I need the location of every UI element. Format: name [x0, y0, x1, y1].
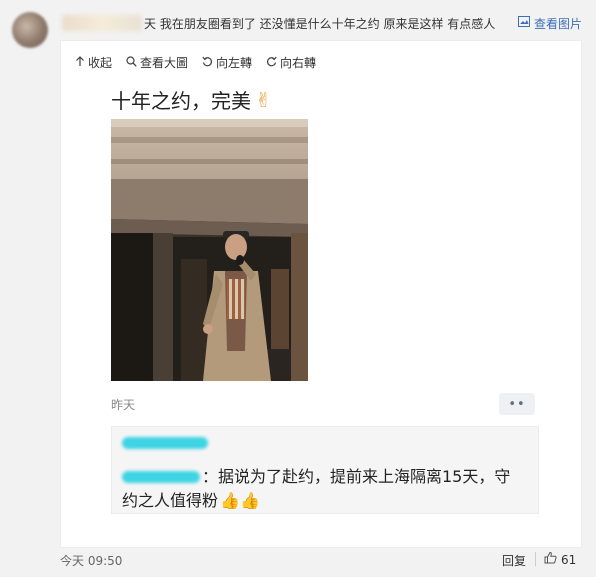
collapse-label: 收起: [88, 56, 113, 70]
avatar[interactable]: [12, 12, 48, 48]
search-icon: [126, 55, 137, 70]
thumbs-up-emoji: 👍👍: [220, 491, 260, 510]
comment-text-line1: ：据说为了赴约，提前来上海隔离15天，守: [202, 467, 511, 486]
redacted-commenter-name[interactable]: [122, 471, 200, 483]
post-header: 天 我在朋友圈看到了 还没懂是什么十年之约 原来是这样 有点感人 查看图片: [62, 12, 582, 34]
footer-time: 今天 09:50: [60, 554, 123, 568]
rotate-left-label: 向左轉: [216, 56, 253, 70]
like-button[interactable]: 61: [544, 551, 576, 568]
comment-text-line2: 约之人值得粉 👍👍: [122, 489, 260, 513]
collapse-button[interactable]: 收起: [75, 54, 112, 71]
rotate-left-button[interactable]: 向左轉: [202, 54, 252, 71]
like-count: 61: [561, 552, 577, 567]
view-picture-label: 查看图片: [533, 16, 582, 31]
view-large-button[interactable]: 查看大圖: [126, 54, 188, 71]
post-caption: 十年之约，完美 ✌: [111, 85, 272, 114]
post-time: 昨天: [111, 398, 136, 412]
comment-text-line2-body: 约之人值得粉: [122, 491, 219, 510]
rotate-right-label: 向右轉: [280, 56, 317, 70]
caption-text: 十年之约，完美: [111, 89, 251, 113]
victory-hand-emoji: ✌: [255, 87, 272, 112]
post-photo[interactable]: [111, 119, 308, 381]
more-options-button[interactable]: ••: [499, 393, 535, 415]
expanded-image-card: 收起 查看大圖 向左轉 向右轉 十年之约，完美 ✌ 昨天 •• ：据说为了赴约，…: [60, 40, 582, 548]
reply-button[interactable]: 回复: [502, 552, 526, 569]
thumbs-up-icon: [544, 551, 557, 568]
redacted-username[interactable]: [62, 15, 142, 31]
rotate-left-icon: [202, 56, 213, 70]
image-icon: [517, 16, 530, 30]
comment-box: ：据说为了赴约，提前来上海隔离15天，守 约之人值得粉 👍👍: [111, 426, 539, 514]
redacted-commenter-top: [122, 437, 208, 449]
post-headline: 天 我在朋友圈看到了 还没懂是什么十年之约 原来是这样 有点感人: [144, 16, 496, 31]
collapse-icon: [75, 55, 85, 70]
image-toolbar: 收起 查看大圖 向左轉 向右轉: [75, 54, 316, 71]
rotate-right-button[interactable]: 向右轉: [266, 54, 316, 71]
footer-divider: [535, 552, 536, 566]
rotate-right-icon: [266, 56, 277, 70]
view-large-label: 查看大圖: [140, 56, 189, 70]
view-picture-link[interactable]: 查看图片: [517, 15, 582, 32]
